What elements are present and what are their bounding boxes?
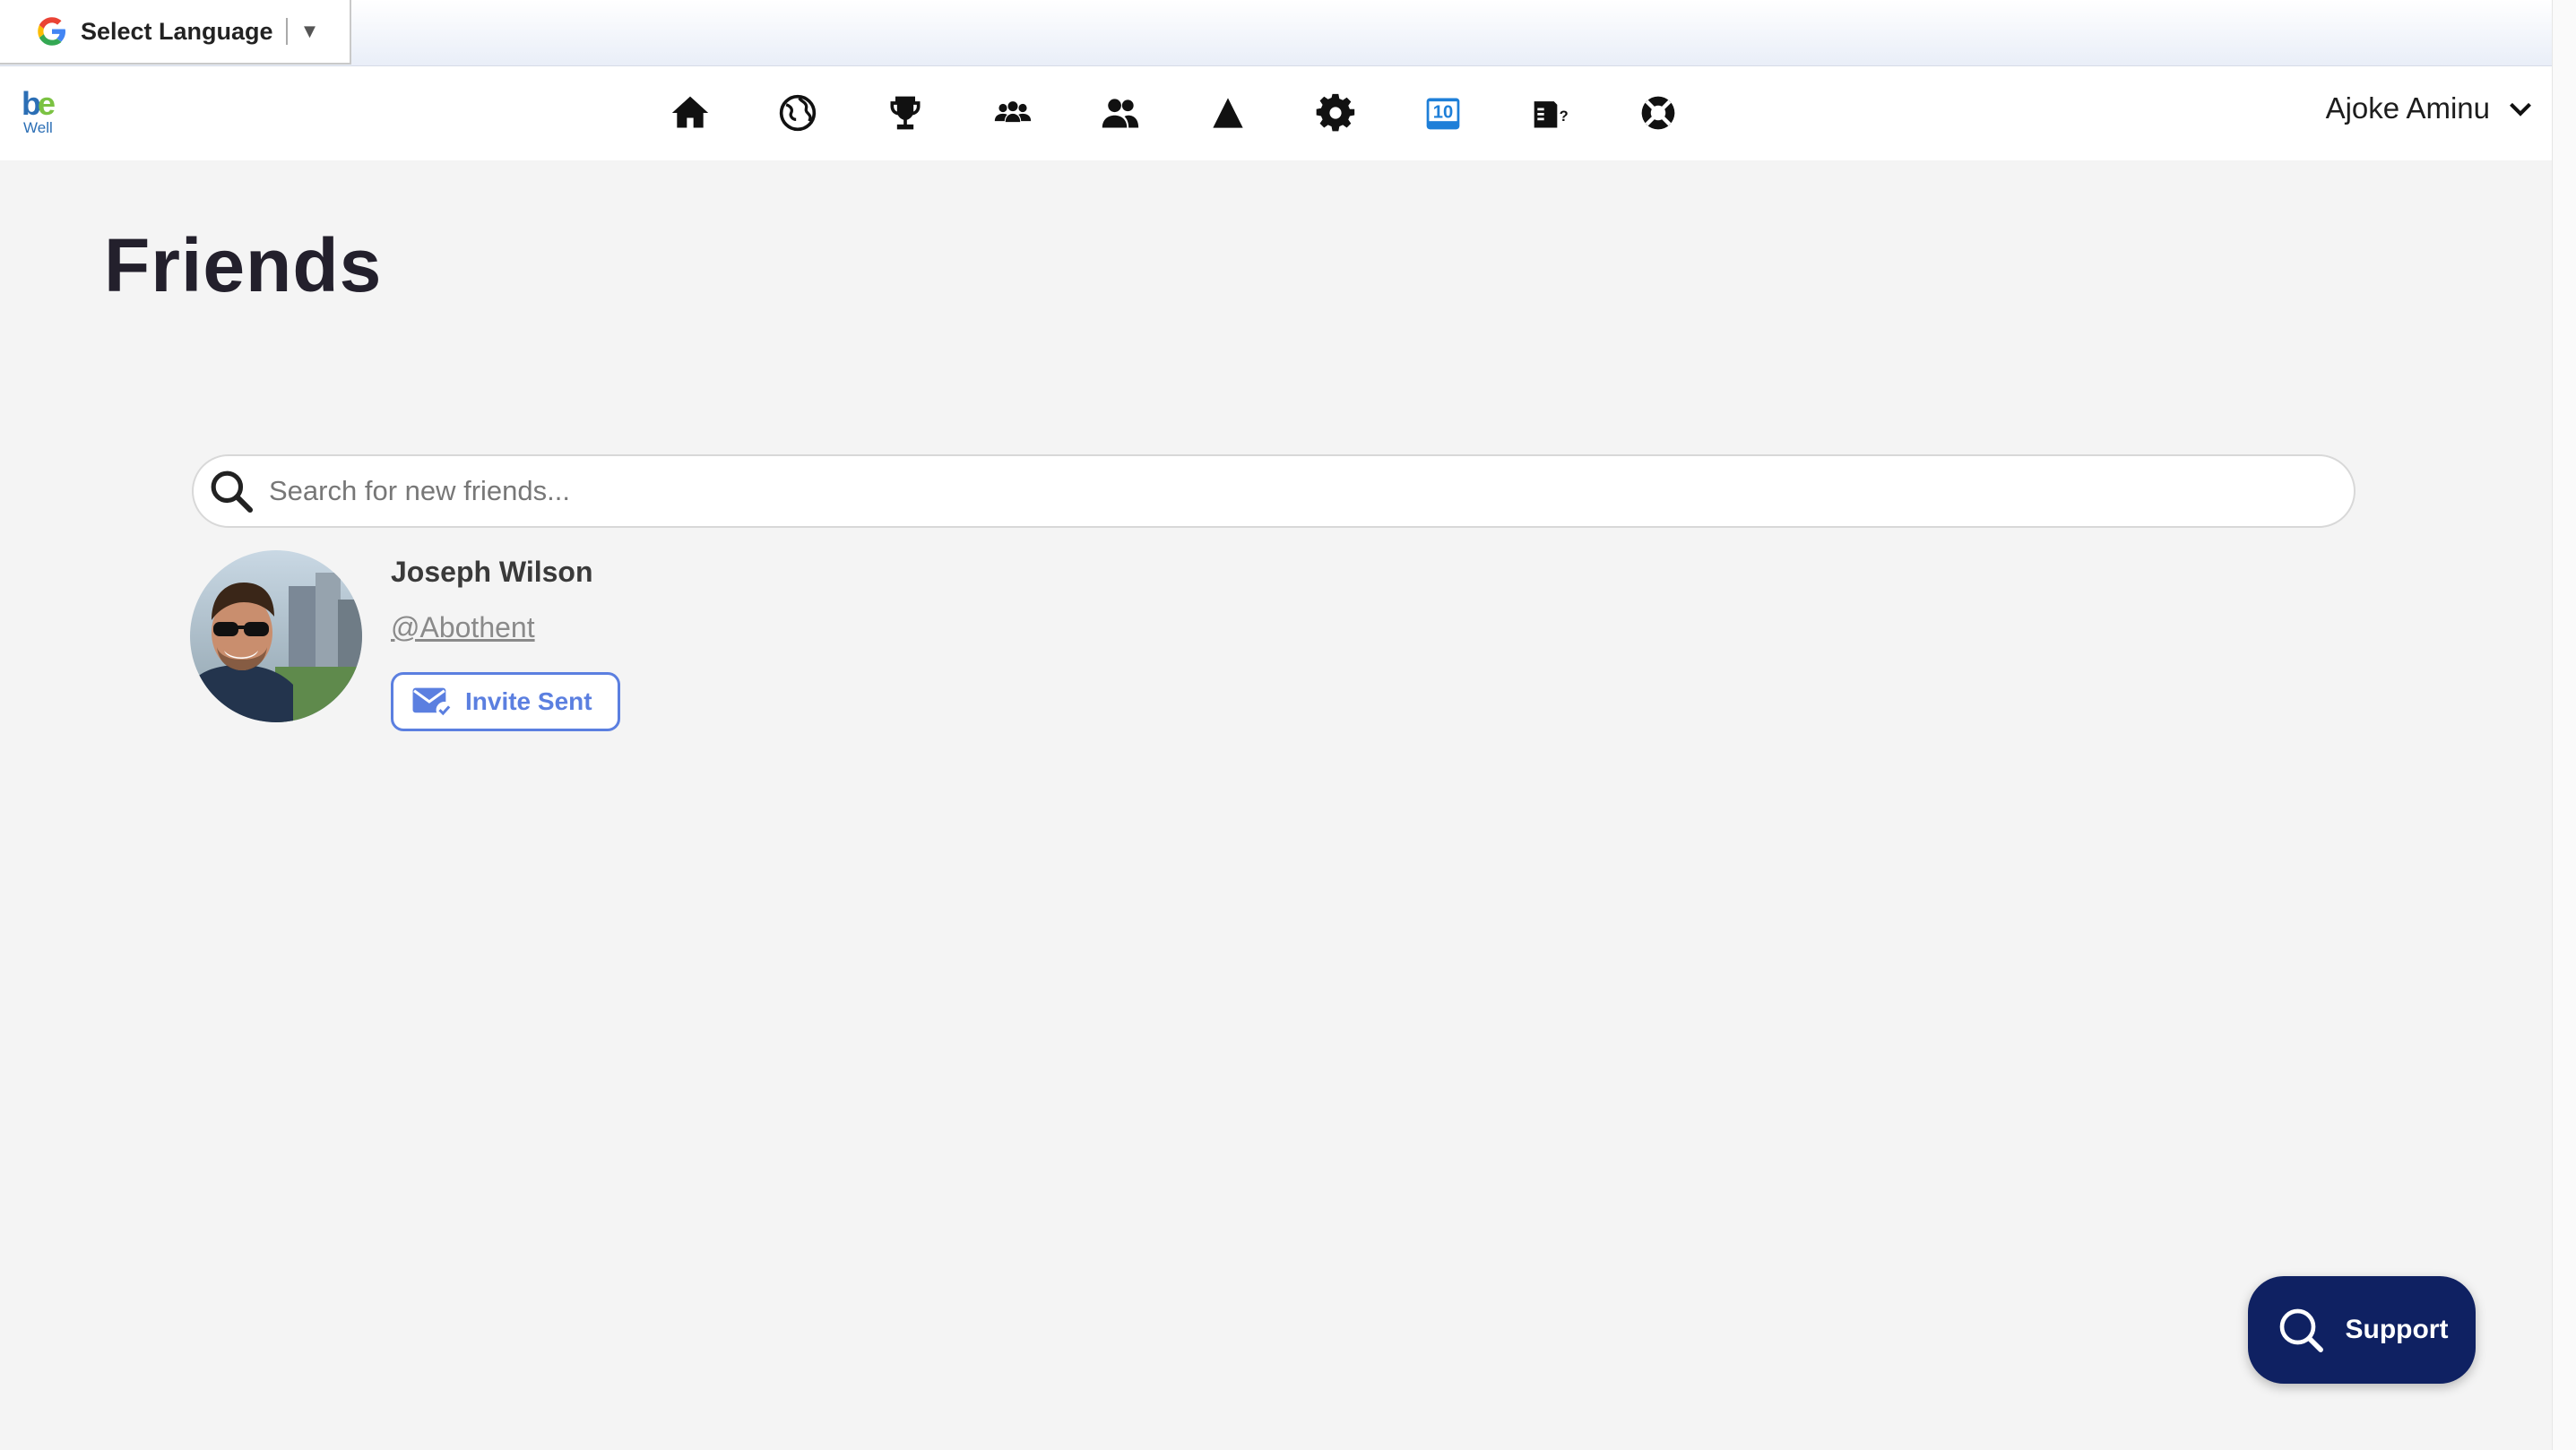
select-language-label: Select Language (81, 17, 273, 45)
support-label: Support (2345, 1315, 2449, 1344)
quiz-card-icon[interactable]: ? (1524, 86, 1578, 140)
select-language-dropdown[interactable]: Select Language ▼ (0, 0, 351, 65)
top-navigation: b e Well 10 ? Ajoke Aminu (0, 66, 2553, 160)
svg-text:?: ? (1560, 108, 1569, 125)
dropdown-arrow-icon: ▼ (299, 20, 320, 42)
search-input[interactable] (267, 474, 2354, 508)
search-icon (211, 470, 254, 514)
translate-bar: Select Language ▼ (0, 0, 2553, 66)
chevron-down-icon (2510, 102, 2531, 117)
settings-gear-icon[interactable] (1309, 86, 1362, 140)
friends-icon[interactable] (1094, 86, 1147, 140)
logo-e: e (38, 85, 56, 122)
community-icon[interactable] (986, 86, 1040, 140)
friend-name: Joseph Wilson (391, 556, 593, 588)
google-icon (38, 17, 65, 46)
invite-sent-label: Invite Sent (465, 687, 592, 715)
home-icon[interactable] (663, 86, 717, 140)
page-scrollbar[interactable] (2552, 0, 2576, 1450)
support-button[interactable]: Support (2248, 1276, 2476, 1384)
friend-search-bar[interactable] (192, 454, 2356, 528)
calendar-10-icon[interactable]: 10 (1416, 86, 1470, 140)
trophy-icon[interactable] (878, 86, 932, 140)
user-name: Ajoke Aminu (2325, 91, 2490, 125)
nav-icon-bar: 10 ? (663, 86, 1685, 140)
logo-well: Well (23, 119, 53, 136)
avatar[interactable] (190, 550, 362, 722)
mail-check-icon (412, 687, 453, 719)
lifebuoy-icon[interactable] (1631, 86, 1685, 140)
bewell-logo[interactable]: b e Well (22, 84, 65, 136)
page-title: Friends (104, 223, 383, 307)
invite-sent-button[interactable]: Invite Sent (391, 672, 620, 731)
divider (285, 18, 288, 45)
globe-icon[interactable] (771, 86, 825, 140)
navigation-arrow-icon[interactable] (1201, 86, 1255, 140)
calendar-badge-text: 10 (1433, 103, 1453, 123)
friend-handle-link[interactable]: @Abothent (391, 611, 535, 644)
friend-result-card: Joseph Wilson @Abothent Invite Sent (190, 550, 817, 738)
search-icon (2279, 1308, 2323, 1352)
avatar-photo (190, 550, 362, 722)
user-menu[interactable]: Ajoke Aminu (2326, 86, 2533, 131)
